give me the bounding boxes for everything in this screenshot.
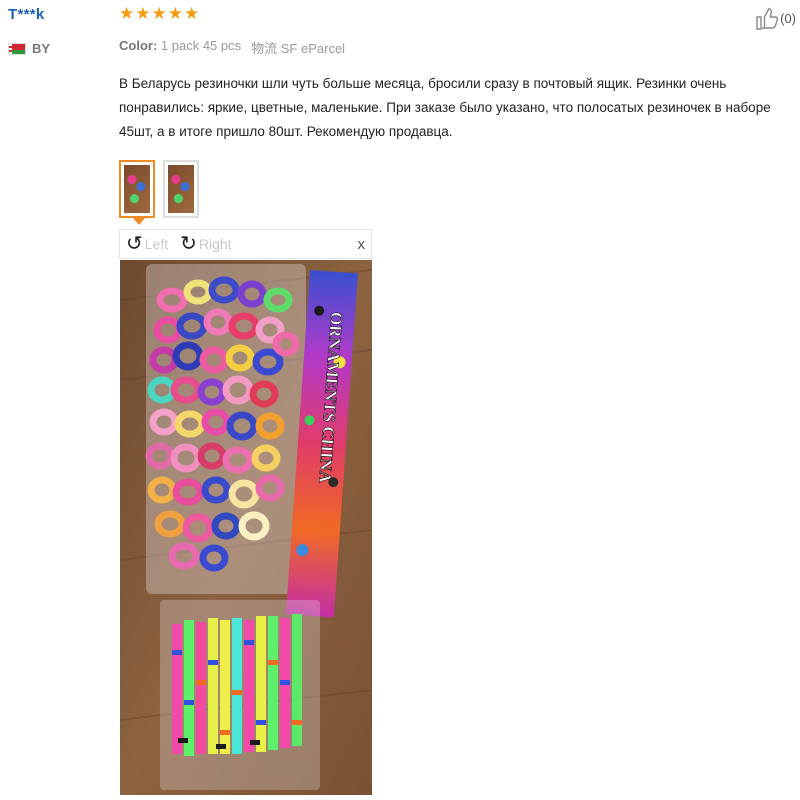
reviewer-name[interactable]: T***k	[8, 6, 98, 23]
star-rating: ★ ★ ★ ★ ★	[119, 4, 791, 24]
close-viewer-button[interactable]: x	[358, 236, 366, 253]
review-body: ★ ★ ★ ★ ★ Color: 1 pack 45 pcs 物流 SF ePa…	[119, 4, 791, 225]
order-info: Color: 1 pack 45 pcs 物流 SF eParcel	[119, 38, 791, 57]
star-icon: ★	[119, 4, 135, 23]
shipping-value: SF eParcel	[280, 41, 346, 56]
rotate-right-label: Right	[198, 236, 232, 252]
reviewer-country: BY	[8, 41, 98, 56]
review-thumbnails	[119, 160, 791, 225]
thumbnail-image	[124, 165, 150, 213]
reviewer-column: T***k BY	[8, 6, 98, 56]
belarus-flag-icon	[8, 42, 26, 55]
country-code: BY	[32, 41, 51, 56]
star-icon: ★	[135, 4, 151, 23]
thumbs-up-icon	[756, 7, 779, 30]
rotate-right-icon: ↻	[180, 233, 197, 255]
rotate-left-button[interactable]: ↺ Left	[126, 234, 168, 254]
hair-ties-photo: ORNAMENTS CHINA	[120, 260, 372, 795]
shipping-label: 物流	[251, 41, 278, 56]
color-label: Color:	[119, 38, 158, 53]
image-viewer-toolbar: ↺ Left ↻ Right x	[119, 229, 372, 259]
star-icon: ★	[184, 4, 200, 23]
rotate-right-button[interactable]: ↻ Right	[180, 234, 231, 254]
review-photo[interactable]: ORNAMENTS CHINA	[120, 260, 372, 795]
star-icon: ★	[151, 4, 167, 23]
thumbnail-2[interactable]	[163, 160, 199, 218]
helpful-count: (0)	[780, 10, 796, 26]
review-text: В Беларусь резиночки шли чуть больше мес…	[119, 76, 771, 139]
thumbnail-image	[168, 165, 194, 213]
rotate-left-icon: ↺	[126, 233, 143, 255]
star-icon: ★	[167, 4, 183, 23]
color-value: 1 pack 45 pcs	[160, 38, 242, 53]
rotate-left-label: Left	[144, 236, 169, 252]
thumbnail-1[interactable]	[119, 160, 155, 225]
helpful-button[interactable]: (0)	[756, 6, 796, 30]
